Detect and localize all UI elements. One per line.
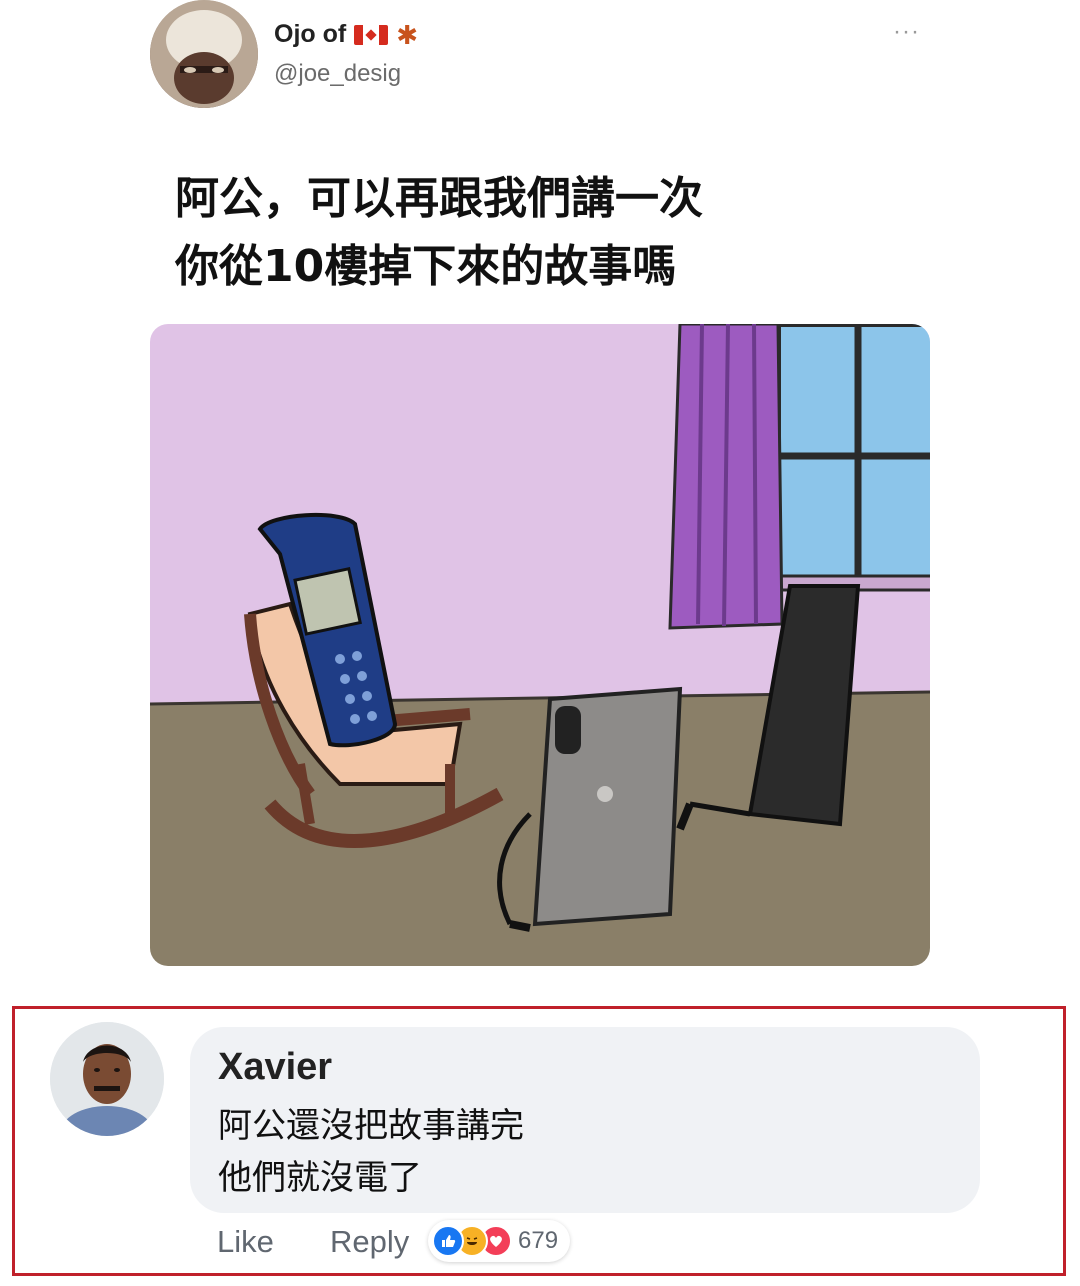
screenshot-root: Ojo of ✱ @joe_desig ··· 阿公，可以再跟我們講一次 你從1… (0, 0, 1080, 1286)
meme-image[interactable] (150, 324, 930, 966)
commenter-avatar[interactable] (50, 1022, 164, 1136)
post-text-line: 你從10樓掉下來的故事嗎 (175, 241, 677, 292)
comment-text-line: 阿公還沒把故事講完 (218, 1106, 524, 1146)
author-name[interactable]: Ojo of ✱ (274, 20, 418, 49)
meme-illustration (150, 324, 930, 966)
reaction-count: 679 (518, 1227, 559, 1254)
more-options-icon[interactable]: ··· (893, 18, 920, 46)
reply-button[interactable]: Reply (330, 1224, 409, 1260)
canada-flag-icon (354, 24, 389, 45)
thumbs-up-icon (432, 1225, 464, 1257)
author-avatar[interactable] (150, 0, 258, 108)
commenter-name[interactable]: Xavier (218, 1046, 332, 1089)
comment-text-line: 他們就沒電了 (218, 1158, 422, 1198)
window (770, 324, 930, 592)
reactions-summary[interactable]: 679 (428, 1220, 571, 1262)
like-button[interactable]: Like (217, 1224, 274, 1260)
post-text-line: 阿公，可以再跟我們講一次 (175, 173, 703, 224)
author-name-text: Ojo of (274, 20, 347, 48)
maple-leaf-icon: ✱ (396, 19, 419, 50)
author-handle[interactable]: @joe_desig (274, 60, 401, 88)
post-text: 阿公，可以再跟我們講一次 你從10樓掉下來的故事嗎 (175, 165, 935, 301)
curtain (668, 324, 784, 630)
